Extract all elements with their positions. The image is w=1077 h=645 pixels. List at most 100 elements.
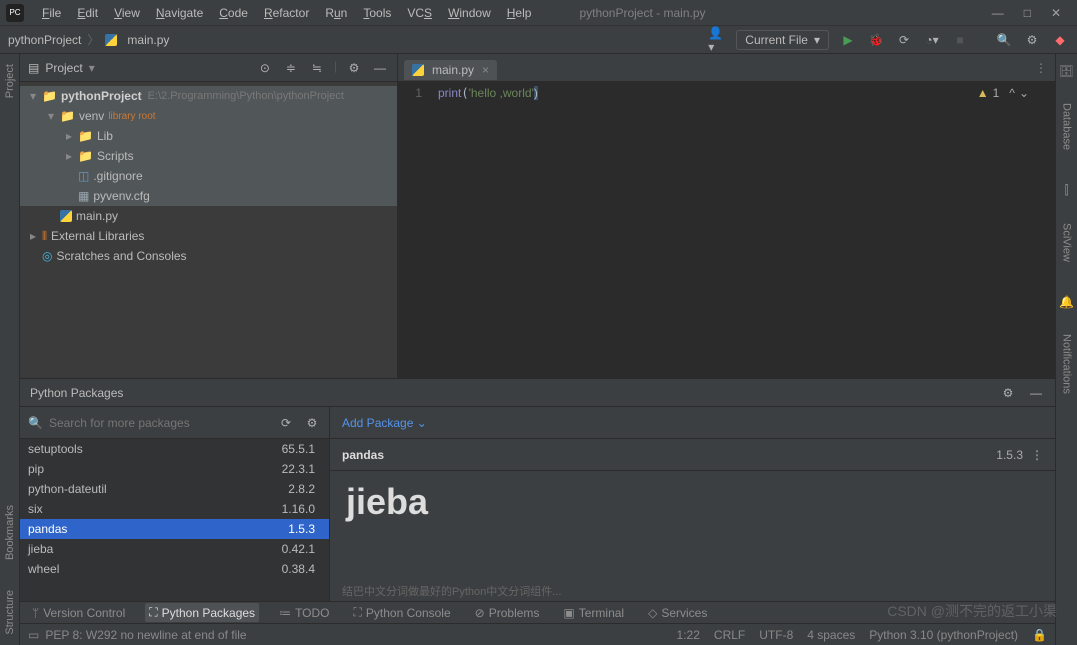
- list-item[interactable]: six1.16.0: [20, 499, 329, 519]
- add-package-button[interactable]: Add Package ⌄: [342, 416, 427, 430]
- tw-todo[interactable]: ≔TODO: [275, 604, 333, 622]
- search-icon[interactable]: 🔍: [995, 31, 1013, 49]
- inspection-icon[interactable]: ▭: [28, 628, 39, 642]
- minimize-icon[interactable]: —: [992, 6, 1004, 20]
- tw-version-control[interactable]: ᛘVersion Control: [28, 604, 129, 622]
- settings-icon[interactable]: ⚙: [1023, 31, 1041, 49]
- tree-mainpy[interactable]: main.py: [20, 206, 397, 226]
- list-item[interactable]: python-dateutil2.8.2: [20, 479, 329, 499]
- line-number: 1: [398, 86, 422, 100]
- collapse-all-icon[interactable]: ≒: [308, 59, 326, 77]
- tw-python-packages[interactable]: ⛶Python Packages: [145, 603, 259, 622]
- menu-navigate[interactable]: Navigate: [148, 6, 211, 20]
- chevron-down-icon: ⌄: [417, 416, 427, 430]
- tab-mainpy[interactable]: main.py ×: [404, 60, 497, 80]
- detail-headline: jieba: [330, 471, 1055, 583]
- tree-scripts[interactable]: ▸📁Scripts: [20, 146, 397, 166]
- right-gutter: 🗄 Database ⫿ SciView 🔔 Notifications: [1055, 54, 1077, 645]
- detail-version: 1.5.3: [996, 448, 1023, 462]
- tool-project[interactable]: Project: [4, 64, 16, 98]
- jetbrains-toolbox-icon[interactable]: ◆: [1051, 31, 1069, 49]
- line-ending[interactable]: CRLF: [714, 628, 745, 642]
- detail-name: pandas: [342, 448, 384, 462]
- tw-problems[interactable]: ⊘Problems: [471, 604, 544, 622]
- tool-structure[interactable]: Structure: [4, 590, 16, 635]
- coverage-icon[interactable]: ⟳: [895, 31, 913, 49]
- menu-refactor[interactable]: Refactor: [256, 6, 317, 20]
- menu-file[interactable]: File: [34, 6, 69, 20]
- inspection-badge[interactable]: ▲ 1 ^ ⌄: [977, 86, 1029, 100]
- tool-bookmarks[interactable]: Bookmarks: [4, 505, 16, 560]
- tool-notifications[interactable]: Notifications: [1061, 334, 1073, 394]
- tw-terminal[interactable]: ▣Terminal: [559, 604, 628, 622]
- debug-icon[interactable]: 🐞: [867, 31, 885, 49]
- menu-run[interactable]: Run: [317, 6, 355, 20]
- project-tree[interactable]: ▾📁 pythonProject E:\2.Programming\Python…: [20, 82, 397, 378]
- tab-more-icon[interactable]: ⋮: [1035, 61, 1047, 75]
- menu-window[interactable]: Window: [440, 6, 499, 20]
- chevron-down-icon[interactable]: ⌄: [1019, 86, 1029, 100]
- tree-scratches[interactable]: ◎Scratches and Consoles: [20, 246, 397, 266]
- package-list[interactable]: setuptools65.5.1 pip22.3.1 python-dateut…: [20, 439, 329, 601]
- lock-icon[interactable]: 🔒: [1032, 628, 1047, 642]
- gear-icon[interactable]: ⚙: [999, 384, 1017, 402]
- indent[interactable]: 4 spaces: [807, 628, 855, 642]
- caret-position[interactable]: 1:22: [677, 628, 700, 642]
- tree-root[interactable]: ▾📁 pythonProject E:\2.Programming\Python…: [20, 86, 397, 106]
- search-icon: 🔍: [28, 416, 43, 430]
- code-editor[interactable]: 1 print('hello ,world') ▲ 1 ^ ⌄: [398, 82, 1055, 378]
- sciview-icon[interactable]: ⫿: [1065, 183, 1069, 198]
- profile-icon[interactable]: ◔▾: [923, 31, 941, 49]
- stop-icon[interactable]: ■: [951, 31, 969, 49]
- tree-gitignore[interactable]: ◫.gitignore: [20, 166, 397, 186]
- gear-icon[interactable]: ⚙: [303, 414, 321, 432]
- terminal-icon: ▣: [563, 606, 574, 620]
- package-search-input[interactable]: [49, 416, 269, 430]
- menu-help[interactable]: Help: [499, 6, 540, 20]
- bell-icon[interactable]: 🔔: [1059, 295, 1074, 309]
- maximize-icon[interactable]: □: [1024, 6, 1031, 20]
- refresh-icon[interactable]: ⟳: [277, 414, 295, 432]
- chevron-up-icon[interactable]: ^: [1009, 86, 1015, 100]
- tree-external[interactable]: ▸⫴External Libraries: [20, 226, 397, 246]
- menu-vcs[interactable]: VCS: [399, 6, 440, 20]
- list-item[interactable]: setuptools65.5.1: [20, 439, 329, 459]
- menu-tools[interactable]: Tools: [355, 6, 399, 20]
- list-item[interactable]: pip22.3.1: [20, 459, 329, 479]
- list-item-selected[interactable]: pandas1.5.3: [20, 519, 329, 539]
- list-item[interactable]: wheel0.38.4: [20, 559, 329, 579]
- tool-database[interactable]: Database: [1061, 103, 1073, 150]
- tree-lib[interactable]: ▸📁Lib: [20, 126, 397, 146]
- window-title: pythonProject - main.py: [579, 6, 705, 20]
- run-icon[interactable]: ▶: [839, 31, 857, 49]
- list-item[interactable]: jieba0.42.1: [20, 539, 329, 559]
- breadcrumb[interactable]: pythonProject 〉 main.py: [8, 31, 169, 48]
- tw-services[interactable]: ◇Services: [644, 604, 711, 622]
- crumb-project[interactable]: pythonProject: [8, 33, 81, 47]
- interpreter[interactable]: Python 3.10 (pythonProject): [869, 628, 1018, 642]
- close-icon[interactable]: ✕: [1051, 6, 1061, 20]
- tw-python-console[interactable]: ⛶Python Console: [350, 603, 455, 622]
- menu-view[interactable]: View: [106, 6, 148, 20]
- select-opened-icon[interactable]: ⊙: [256, 59, 274, 77]
- project-view-label[interactable]: Project: [45, 61, 82, 75]
- hide-panel-icon[interactable]: —: [371, 59, 389, 77]
- encoding[interactable]: UTF-8: [759, 628, 793, 642]
- python-file-icon: [105, 34, 117, 46]
- close-tab-icon[interactable]: ×: [482, 63, 489, 77]
- crumb-file[interactable]: main.py: [127, 33, 169, 47]
- expand-all-icon[interactable]: ≑: [282, 59, 300, 77]
- hide-panel-icon[interactable]: —: [1027, 384, 1045, 402]
- tool-sciview[interactable]: SciView: [1061, 223, 1073, 262]
- menu-edit[interactable]: Edit: [69, 6, 106, 20]
- menu-code[interactable]: Code: [211, 6, 256, 20]
- user-add-icon[interactable]: 👤▾: [708, 31, 726, 49]
- chevron-down-icon[interactable]: ▾: [89, 61, 95, 75]
- gear-icon[interactable]: ⚙: [345, 59, 363, 77]
- database-icon[interactable]: 🗄: [1059, 64, 1074, 78]
- tree-venv[interactable]: ▾📁 venv library root: [20, 106, 397, 126]
- kebab-icon[interactable]: ⋮: [1031, 448, 1043, 462]
- problems-icon: ⊘: [475, 606, 485, 620]
- run-config-selector[interactable]: Current File ▾: [736, 30, 829, 50]
- tree-pyvenv[interactable]: ▦pyvenv.cfg: [20, 186, 397, 206]
